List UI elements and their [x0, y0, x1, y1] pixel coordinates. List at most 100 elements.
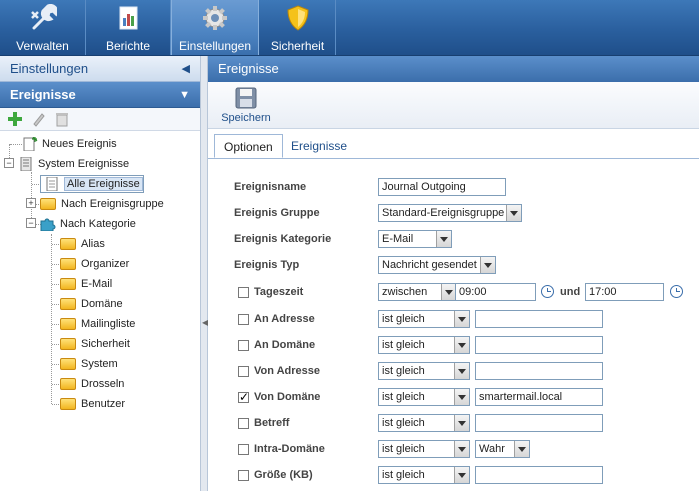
from-address-input[interactable] — [475, 362, 603, 380]
dropdown-arrow-icon — [436, 231, 451, 247]
tree-item-category[interactable]: Benutzer — [60, 395, 125, 413]
top-toolbar: Verwalten Berichte Einstellungen Sicherh… — [0, 0, 699, 56]
tree-item-label: E-Mail — [81, 278, 113, 290]
tree-item-all-events[interactable]: Alle Ereignisse — [40, 175, 144, 193]
tree-item-new-event[interactable]: Neues Ereignis — [22, 135, 117, 153]
tree-item-category[interactable]: E-Mail — [60, 275, 112, 293]
delete-icon[interactable] — [54, 111, 70, 127]
tree-item-by-group[interactable]: Nach Ereignisgruppe — [40, 195, 164, 213]
tree-item-label: Nach Kategorie — [60, 218, 136, 230]
to-address-operator-select[interactable]: ist gleich — [378, 310, 470, 328]
size-input[interactable] — [475, 466, 603, 484]
time-of-day-checkbox[interactable] — [238, 287, 249, 298]
tree-item-category[interactable]: System — [60, 355, 118, 373]
collapse-left-icon[interactable]: ◀ — [182, 56, 190, 82]
nav-verwalten-button[interactable]: Verwalten — [0, 0, 86, 55]
intra-domain-value-select[interactable]: Wahr — [475, 440, 530, 458]
panel-splitter[interactable]: ◀ — [200, 56, 208, 491]
size-checkbox[interactable] — [238, 470, 249, 481]
wrench-icon — [30, 4, 57, 30]
nav-einstellungen-button[interactable]: Einstellungen — [171, 0, 259, 55]
dropdown-arrow-icon — [454, 311, 469, 327]
clock-icon[interactable] — [670, 285, 683, 298]
event-type-label: Ereignis Typ — [234, 259, 300, 271]
subject-operator-select[interactable]: ist gleich — [378, 414, 470, 432]
expand-toggle-icon[interactable]: + — [26, 198, 36, 208]
from-address-operator-select[interactable]: ist gleich — [378, 362, 470, 380]
event-category-value: E-Mail — [382, 233, 414, 245]
tree-item-category[interactable]: Domäne — [60, 295, 123, 313]
operator-value: ist gleich — [382, 417, 425, 429]
tree-item-label: Organizer — [81, 258, 130, 270]
event-name-input[interactable]: Journal Outgoing — [378, 178, 506, 196]
clock-icon[interactable] — [541, 285, 554, 298]
tab-ereignisse[interactable]: Ereignisse — [282, 134, 356, 158]
nav-sicherheit-button[interactable]: Sicherheit — [260, 0, 336, 55]
to-domain-checkbox[interactable] — [238, 340, 249, 351]
collapse-toggle-icon[interactable]: − — [4, 158, 14, 168]
to-domain-input[interactable] — [475, 336, 603, 354]
tree-item-category[interactable]: Mailingliste — [60, 315, 135, 333]
intra-domain-value: Wahr — [479, 443, 505, 455]
left-panel: Einstellungen ◀ Ereignisse ▼ Neues Ereig… — [0, 56, 200, 491]
chevron-down-icon[interactable]: ▼ — [179, 82, 190, 108]
tree-item-category[interactable]: Organizer — [60, 255, 129, 273]
dropdown-arrow-icon — [454, 363, 469, 379]
tree-item-category[interactable]: Alias — [60, 235, 105, 253]
subject-checkbox[interactable] — [238, 418, 249, 429]
condition-label: An Adresse — [254, 313, 315, 325]
nav-verwalten-label: Verwalten — [16, 39, 69, 53]
tab-optionen[interactable]: Optionen — [214, 134, 283, 158]
events-panel-header[interactable]: Ereignisse ▼ — [0, 82, 200, 108]
tree-item-label: System Ereignisse — [38, 158, 130, 170]
tree-item-label: Alias — [81, 238, 105, 250]
to-address-input[interactable] — [475, 310, 603, 328]
dropdown-arrow-icon — [454, 441, 469, 457]
from-domain-operator-select[interactable]: ist gleich — [378, 388, 470, 406]
time-from-input[interactable]: 09:00 — [455, 283, 536, 301]
operator-value: ist gleich — [382, 365, 425, 377]
settings-panel-header[interactable]: Einstellungen ◀ — [0, 56, 200, 82]
dropdown-arrow-icon — [454, 467, 469, 483]
gear-icon — [203, 6, 227, 30]
folder-icon — [60, 338, 76, 351]
subject-input[interactable] — [475, 414, 603, 432]
time-to-input[interactable]: 17:00 — [585, 283, 664, 301]
folder-icon — [60, 298, 76, 311]
operator-value: ist gleich — [382, 391, 425, 403]
tab-bar: Optionen Ereignisse — [208, 134, 699, 159]
to-address-checkbox[interactable] — [238, 314, 249, 325]
from-domain-input[interactable]: smartermail.local — [475, 388, 603, 406]
event-type-select[interactable]: Nachricht gesendet — [378, 256, 496, 274]
from-address-checkbox[interactable] — [238, 366, 249, 377]
size-operator-select[interactable]: ist gleich — [378, 466, 470, 484]
tree-item-category[interactable]: Drosseln — [60, 375, 124, 393]
from-domain-checkbox[interactable] — [238, 390, 249, 404]
add-icon[interactable] — [7, 111, 23, 127]
tree-item-by-category[interactable]: Nach Kategorie — [40, 215, 136, 233]
and-label: und — [560, 286, 581, 298]
events-panel-title: Ereignisse — [10, 87, 76, 102]
event-category-label: Ereignis Kategorie — [234, 233, 332, 245]
intra-domain-operator-select[interactable]: ist gleich — [378, 440, 470, 458]
tree-item-category[interactable]: Sicherheit — [60, 335, 130, 353]
page-title: Ereignisse — [218, 61, 279, 76]
save-button[interactable]: Speichern — [218, 85, 274, 127]
time-operator-select[interactable]: zwischen — [378, 283, 457, 301]
nav-berichte-button[interactable]: Berichte — [86, 0, 171, 55]
tree-item-label: Domäne — [81, 298, 123, 310]
tree-item-label: System — [81, 358, 118, 370]
tree-item-system-events[interactable]: System Ereignisse — [18, 155, 129, 173]
nav-einstellungen-label: Einstellungen — [178, 39, 252, 53]
to-domain-operator-select[interactable]: ist gleich — [378, 336, 470, 354]
edit-icon[interactable] — [31, 111, 47, 127]
tree-item-label: Drosseln — [81, 378, 125, 390]
collapse-toggle-icon[interactable]: − — [26, 218, 36, 228]
main-toolbar: Speichern — [208, 82, 699, 129]
event-group-select[interactable]: Standard-Ereignisgruppe — [378, 204, 522, 222]
main-panel: Ereignisse Speichern Optionen Ereignisse… — [208, 56, 699, 491]
event-category-select[interactable]: E-Mail — [378, 230, 452, 248]
intra-domain-checkbox[interactable] — [238, 444, 249, 455]
dropdown-arrow-icon — [514, 441, 529, 457]
operator-value: ist gleich — [382, 313, 425, 325]
